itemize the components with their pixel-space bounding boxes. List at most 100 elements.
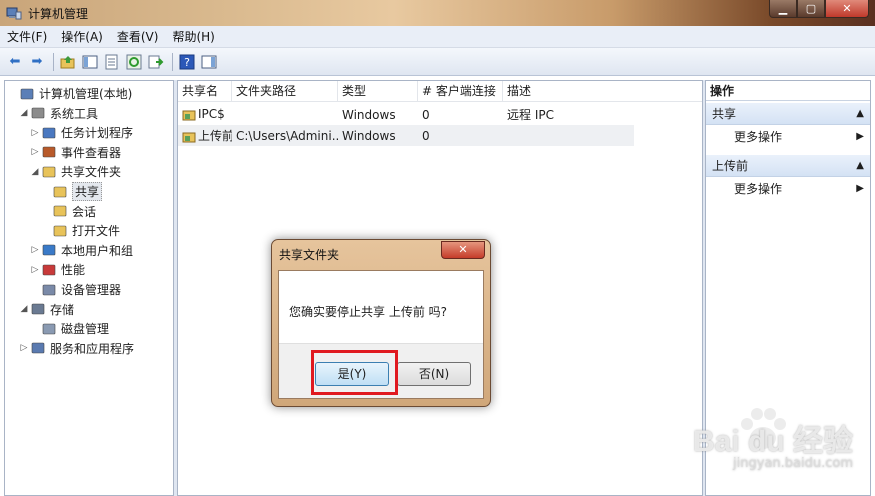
tree-item[interactable]: ▷ 任务计划程序 xyxy=(29,123,133,142)
refresh-icon xyxy=(126,54,142,69)
minimize-button[interactable]: ▁ xyxy=(769,0,797,18)
tree-item[interactable]: ▷ 事件查看器 xyxy=(29,143,121,162)
column-description[interactable]: 描述 xyxy=(503,81,702,102)
users-groups-icon xyxy=(41,242,57,258)
section-label: 上传前 xyxy=(712,159,749,173)
back-button[interactable]: ⬅ xyxy=(6,53,24,71)
column-type[interactable]: 类型 xyxy=(338,81,418,102)
collapse-up-icon: ▲ xyxy=(856,160,864,171)
tree-item[interactable]: ◢ 存储 xyxy=(18,300,74,319)
tree-item-label: 性能 xyxy=(61,263,86,278)
performance-icon xyxy=(41,262,57,278)
actions-section-selected[interactable]: 上传前 ▲ xyxy=(706,155,870,177)
event-viewer-icon xyxy=(41,144,57,160)
refresh-button[interactable] xyxy=(125,53,143,71)
session-icon xyxy=(52,203,68,219)
dialog-close-button[interactable]: ✕ xyxy=(441,241,485,259)
watermark-url: jingyan.baidu.com xyxy=(733,456,853,471)
services-apps-icon xyxy=(30,340,46,356)
tree-item-label: 会话 xyxy=(72,204,97,219)
column-folder-path[interactable]: 文件夹路径 xyxy=(232,81,338,102)
shared-folder-icon xyxy=(41,164,57,180)
back-arrow-icon: ⬅ xyxy=(9,54,21,69)
tree-item[interactable]: ◢ 共享文件夹 xyxy=(29,162,121,181)
tree-item[interactable]: ▷ 服务和应用程序 xyxy=(18,339,134,358)
tree-item-label: 磁盘管理 xyxy=(61,322,110,337)
table-row[interactable]: IPC$ Windows 0 远程 IPC xyxy=(178,104,634,125)
close-button[interactable]: ✕ xyxy=(825,0,869,18)
client-connections: 0 xyxy=(422,128,430,143)
tree-item[interactable]: 打开文件 xyxy=(40,221,120,240)
maximize-button[interactable]: ▢ xyxy=(797,0,825,18)
tree-item[interactable]: 磁盘管理 xyxy=(29,319,109,338)
up-folder-icon xyxy=(60,55,75,68)
tree-item-label: 共享 xyxy=(72,182,103,201)
list-header: 共享名 文件夹路径 类型 # 客户端连接 描述 xyxy=(178,81,702,102)
expand-arrow-icon[interactable]: ▷ xyxy=(29,128,41,138)
tree-item-label: 共享文件夹 xyxy=(61,165,122,180)
tree-item[interactable]: ▷ 性能 xyxy=(29,260,85,279)
properties-button[interactable] xyxy=(103,53,121,71)
expand-arrow-icon[interactable]: ◢ xyxy=(18,304,30,314)
system-tools-icon xyxy=(30,105,46,121)
export-button[interactable] xyxy=(147,53,165,71)
expand-arrow-icon[interactable]: ◢ xyxy=(18,108,30,118)
up-button[interactable] xyxy=(59,53,77,71)
no-button[interactable]: 否(N) xyxy=(397,362,471,386)
open-file-icon xyxy=(52,223,68,239)
tree-item[interactable]: ▷ 本地用户和组 xyxy=(29,241,133,260)
more-actions-label: 更多操作 xyxy=(734,182,783,196)
tree-item-label: 设备管理器 xyxy=(61,283,122,297)
menu-view[interactable]: 查看(V) xyxy=(110,28,166,45)
menu-action[interactable]: 操作(A) xyxy=(54,28,110,45)
tree-item[interactable]: 计算机管理(本地) xyxy=(7,84,132,103)
help-button[interactable]: ? xyxy=(178,53,196,71)
navigation-tree: 计算机管理(本地) ◢ 系统工具 ▷ 任务计划程序 ▷ 事件查看器 ◢ 共享文件夹共享会话打开文… xyxy=(4,80,174,496)
column-client-connections[interactable]: # 客户端连接 xyxy=(418,81,503,102)
table-row[interactable]: 上传前 C:\Users\Admini... Windows 0 xyxy=(178,125,634,146)
section-label: 共享 xyxy=(712,107,737,121)
show-tree-button[interactable] xyxy=(81,53,99,71)
tree-item-label: 计算机管理(本地) xyxy=(39,87,133,101)
export-icon xyxy=(148,55,164,68)
dialog-title: 共享文件夹 xyxy=(279,248,340,262)
share-name: IPC$ xyxy=(198,107,225,122)
menu-bar: 文件(F) 操作(A) 查看(V) 帮助(H) xyxy=(0,26,875,48)
dialog-message: 您确实要停止共享 上传前 吗? xyxy=(289,305,447,319)
submenu-arrow-icon: ▶ xyxy=(856,183,864,194)
title-bar: 计算机管理 ▁ ▢ ✕ xyxy=(0,0,875,26)
expand-arrow-icon[interactable]: ◢ xyxy=(29,167,41,177)
tree-item[interactable]: 设备管理器 xyxy=(29,280,121,299)
toolbar: ⬅ ➡ ? xyxy=(0,48,875,76)
expand-arrow-icon[interactable]: ▷ xyxy=(29,245,41,255)
share-type: Windows xyxy=(342,128,396,143)
highlight-box xyxy=(311,350,398,395)
actions-title: 操作 xyxy=(706,81,870,101)
share-type: Windows xyxy=(342,107,396,122)
device-manager-icon xyxy=(41,282,57,298)
tree-item-label: 系统工具 xyxy=(50,106,99,121)
menu-file[interactable]: 文件(F) xyxy=(0,28,54,45)
menu-help[interactable]: 帮助(H) xyxy=(165,28,221,45)
forward-button[interactable]: ➡ xyxy=(28,53,46,71)
tree-item[interactable]: ◢ 系统工具 xyxy=(18,104,98,123)
actions-section-share[interactable]: 共享 ▲ xyxy=(706,103,870,125)
expand-arrow-icon[interactable]: ▷ xyxy=(29,147,41,157)
expand-arrow-icon[interactable]: ▷ xyxy=(18,343,30,353)
expand-arrow-icon[interactable]: ▷ xyxy=(29,265,41,275)
column-share-name[interactable]: 共享名 xyxy=(178,81,232,102)
tree-item[interactable]: 共享 xyxy=(40,182,103,201)
more-actions-item[interactable]: 更多操作 ▶ xyxy=(706,178,870,200)
storage-icon xyxy=(30,301,46,317)
share-icon xyxy=(182,110,196,121)
more-actions-label: 更多操作 xyxy=(734,130,783,144)
tree-item[interactable]: 会话 xyxy=(40,202,96,221)
action-pane-button[interactable] xyxy=(200,53,218,71)
tree-item-label: 服务和应用程序 xyxy=(50,341,135,356)
more-actions-item[interactable]: 更多操作 ▶ xyxy=(706,126,870,148)
tree-item-label: 本地用户和组 xyxy=(61,243,134,258)
folder-path: C:\Users\Admini... xyxy=(236,128,338,143)
close-icon: ✕ xyxy=(842,2,852,15)
show-tree-icon xyxy=(82,55,98,68)
action-pane-icon xyxy=(201,55,217,68)
